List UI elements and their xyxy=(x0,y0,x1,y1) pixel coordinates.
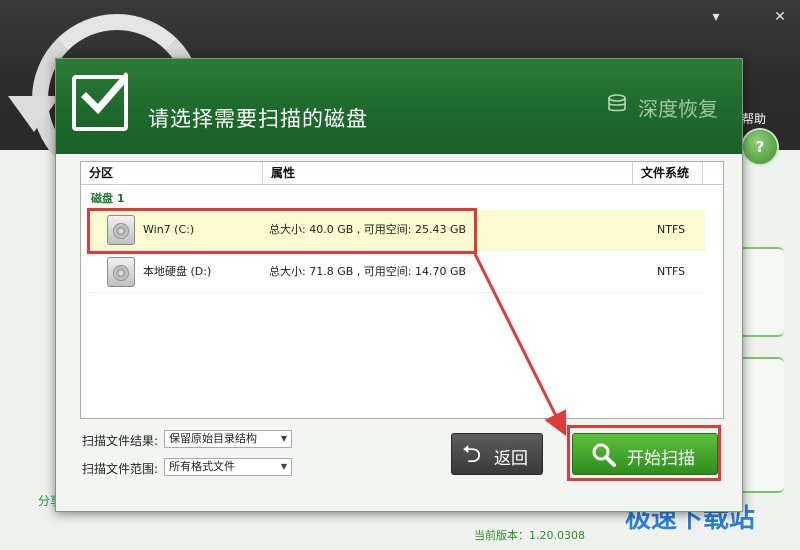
annotation-arrow xyxy=(473,253,567,437)
